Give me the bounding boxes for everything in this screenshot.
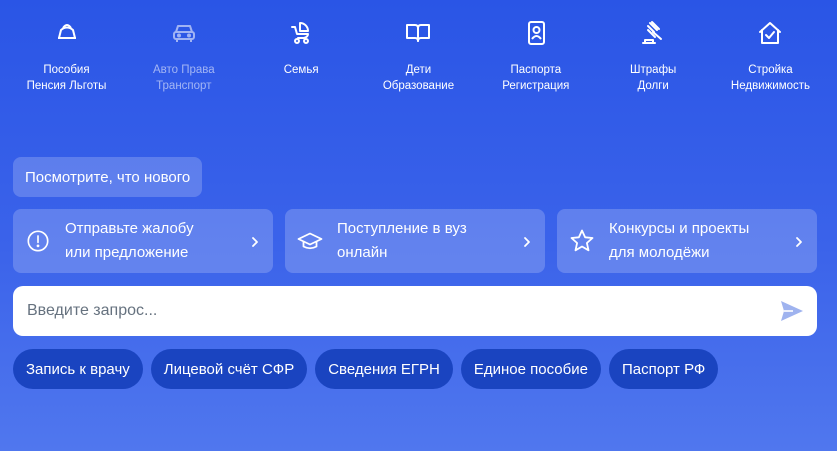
category-benefits[interactable]: Пособия Пенсия Льготы	[8, 18, 125, 94]
chevron-right-icon	[521, 235, 533, 247]
whats-new-button[interactable]: Посмотрите, что нового	[13, 157, 203, 197]
category-label: Штрафы Долги	[629, 64, 677, 92]
chevron-right-icon	[249, 235, 261, 247]
alert-circle-icon	[25, 228, 51, 254]
search-bar	[13, 286, 817, 336]
card-label: Конкурсы и проекты для молодёжи	[609, 220, 750, 261]
category-nav: Пособия Пенсия Льготы Авто Права Транспорт…	[8, 18, 829, 94]
category-auto[interactable]: Авто Права Транспорт	[125, 18, 242, 94]
star-icon	[569, 228, 595, 254]
card-label: Отправьте жалобу или предложение	[65, 220, 194, 261]
complaint-card[interactable]: Отправьте жалобу или предложение	[13, 209, 273, 273]
card-label: Поступление в вуз онлайн	[337, 220, 467, 261]
category-label: Дети Образование	[382, 64, 455, 92]
category-passports[interactable]: Паспорта Регистрация	[477, 18, 594, 94]
quick-link-doctor-appointment[interactable]: Запись к врачу	[13, 349, 143, 389]
quick-links: Запись к врачу Лицевой счёт СФР Сведения…	[13, 349, 719, 389]
youth-contests-card[interactable]: Конкурсы и проекты для молодёжи	[557, 209, 817, 273]
university-admission-card[interactable]: Поступление в вуз онлайн	[285, 209, 545, 273]
graduation-cap-icon	[297, 228, 323, 254]
category-label: Пособия Пенсия Льготы	[26, 64, 107, 92]
quick-link-unified-benefit[interactable]: Единое пособие	[460, 349, 601, 389]
category-label: Авто Права Транспорт	[152, 64, 215, 92]
quick-link-passport[interactable]: Паспорт РФ	[608, 349, 719, 389]
chevron-right-icon	[793, 235, 805, 247]
category-label: Семья	[283, 64, 319, 76]
stroller-icon	[286, 18, 316, 48]
search-input[interactable]	[25, 301, 779, 321]
category-construction[interactable]: Стройка Недвижимость	[712, 18, 829, 94]
gavel-icon	[638, 18, 668, 48]
category-fines[interactable]: Штрафы Долги	[595, 18, 712, 94]
send-icon[interactable]	[779, 298, 805, 324]
book-icon	[403, 18, 433, 48]
category-kids[interactable]: Дети Образование	[360, 18, 477, 94]
category-label: Паспорта Регистрация	[502, 64, 570, 92]
category-label: Стройка Недвижимость	[730, 64, 811, 92]
house-icon	[755, 18, 785, 48]
category-family[interactable]: Семья	[243, 18, 360, 94]
quick-link-sfr-account[interactable]: Лицевой счёт СФР	[150, 349, 308, 389]
quick-link-egrn[interactable]: Сведения ЕГРН	[315, 349, 453, 389]
passport-icon	[521, 18, 551, 48]
wallet-icon	[52, 18, 82, 48]
car-icon	[169, 18, 199, 48]
promo-cards: Отправьте жалобу или предложение Поступле…	[13, 209, 817, 273]
